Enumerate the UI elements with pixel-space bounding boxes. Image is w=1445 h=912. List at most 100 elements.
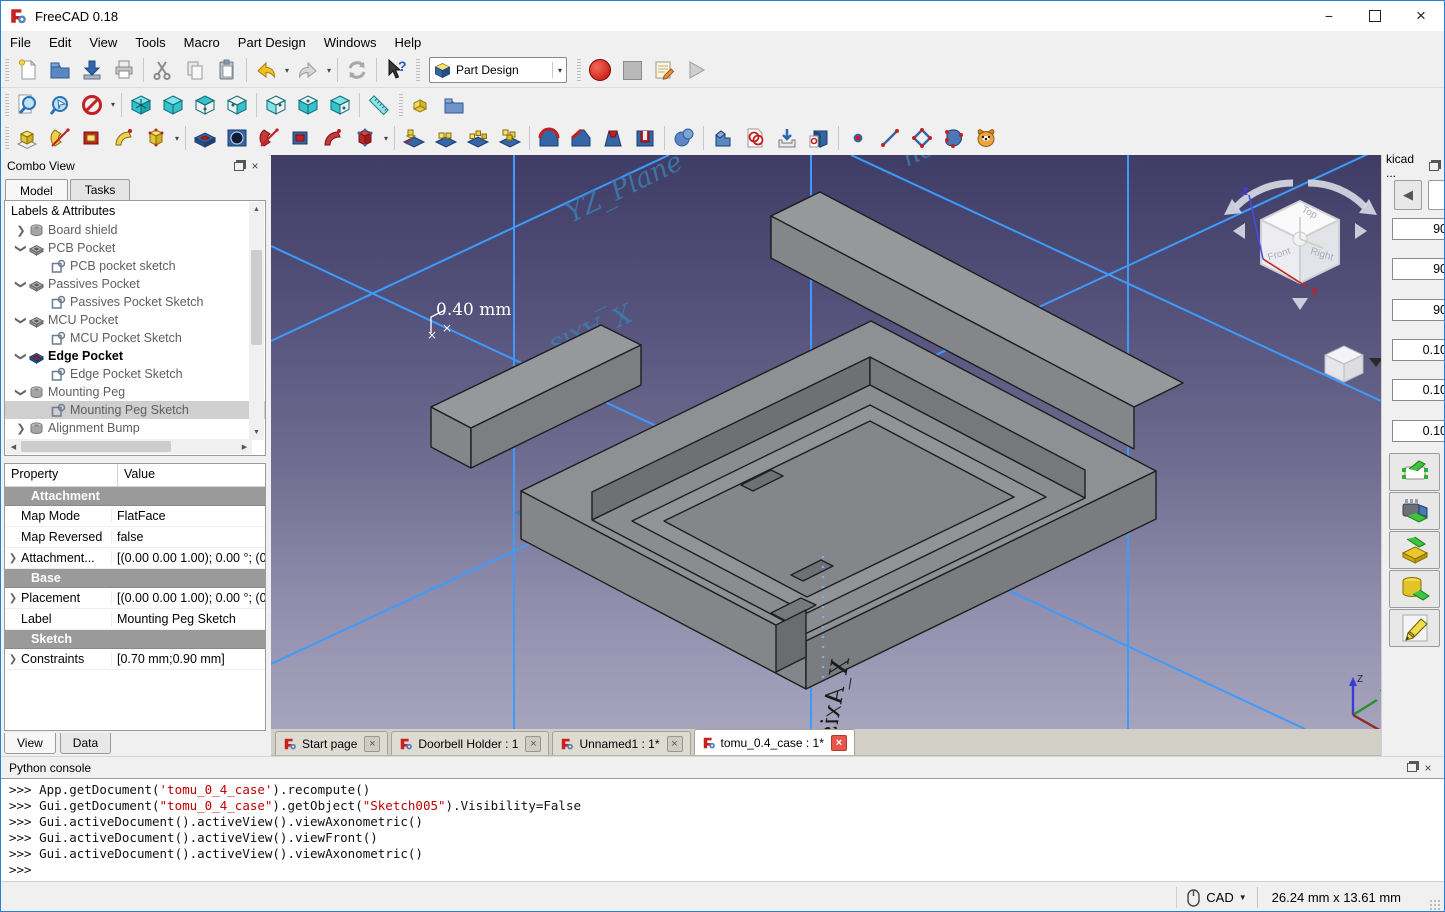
tab-tasks[interactable]: Tasks <box>70 179 131 200</box>
polar-pattern-button[interactable] <box>462 122 494 154</box>
measure-button[interactable] <box>363 89 395 121</box>
tree-item[interactable]: ❯Alignment Bump <box>5 419 265 437</box>
property-value[interactable]: [(0.00 0.00 1.00); 0.00 °; (0.... <box>112 551 265 565</box>
property-row[interactable]: Map ModeFlatFace <box>5 506 265 527</box>
import-part-button[interactable] <box>771 122 803 154</box>
python-console[interactable]: >>> App.getDocument('tomu_0_4_case').rec… <box>1 778 1444 881</box>
tree-item[interactable]: Passives Pocket Sketch <box>5 293 265 311</box>
macro-stop-button[interactable] <box>616 54 648 86</box>
case-model[interactable] <box>431 192 1183 689</box>
view-rear-button[interactable] <box>260 89 292 121</box>
expander-icon[interactable]: ❯ <box>5 593 21 604</box>
pocket-button[interactable] <box>189 122 221 154</box>
tab-data[interactable]: Data <box>60 733 111 754</box>
view-axonometric-button[interactable] <box>125 89 157 121</box>
scrollbar-thumb[interactable] <box>21 441 171 452</box>
clone-button[interactable] <box>739 122 771 154</box>
sketch-rectangle-button[interactable] <box>906 122 938 154</box>
property-group-header[interactable]: Sketch <box>5 630 265 649</box>
create-group-button[interactable] <box>438 89 470 121</box>
kicad-model-db-button[interactable] <box>1389 570 1440 608</box>
subtractive-loft-button[interactable] <box>285 122 317 154</box>
document-tab[interactable]: Doorbell Holder : 1× <box>391 731 549 755</box>
close-tab-button[interactable]: × <box>667 736 683 752</box>
expander-icon[interactable]: ❯ <box>15 384 28 400</box>
mirrored-button[interactable] <box>398 122 430 154</box>
python-console-header[interactable]: Python console × <box>1 756 1444 778</box>
kicad-spinbox[interactable]: 0.10 <box>1392 379 1445 401</box>
view-front-button[interactable] <box>157 89 189 121</box>
3d-viewport[interactable]: YZ_Plane X_Axis Y_Axis ne <box>271 155 1381 729</box>
toolbar-grip[interactable] <box>5 127 9 149</box>
menu-edit[interactable]: Edit <box>40 33 80 52</box>
toolbar-grip[interactable] <box>416 59 420 81</box>
undo-button[interactable] <box>250 54 282 86</box>
create-body-button[interactable] <box>406 89 438 121</box>
additive-loft-button[interactable] <box>76 122 108 154</box>
save-document-button[interactable] <box>76 54 108 86</box>
tab-model[interactable]: Model <box>5 179 68 201</box>
tree-item[interactable]: ❯Mounting Peg <box>5 383 265 401</box>
kicad-spinbox[interactable]: 0.10 <box>1392 420 1445 442</box>
revolution-button[interactable] <box>44 122 76 154</box>
document-tab[interactable]: Start page× <box>275 731 388 755</box>
expander-icon[interactable]: ❯ <box>15 348 28 364</box>
chamfer-button[interactable] <box>565 122 597 154</box>
paste-button[interactable] <box>211 54 243 86</box>
title-bar[interactable]: FreeCAD 0.18 − × <box>1 1 1444 31</box>
view-top-button[interactable] <box>189 89 221 121</box>
tree-item[interactable]: ❯MCU Pocket <box>5 311 265 329</box>
value-column-header[interactable]: Value <box>118 464 161 486</box>
kicad-spinbox[interactable]: 90 <box>1392 258 1445 280</box>
open-document-button[interactable] <box>44 54 76 86</box>
view-right-button[interactable] <box>221 89 253 121</box>
kicad-dog-button[interactable] <box>970 122 1002 154</box>
menu-macro[interactable]: Macro <box>175 33 229 52</box>
additive-primitive-dropdown[interactable]: ▾ <box>172 123 182 153</box>
tree-vertical-scrollbar[interactable]: ▲ ▼ <box>249 202 264 440</box>
subtractive-pipe-button[interactable] <box>317 122 349 154</box>
sketch-point-button[interactable] <box>842 122 874 154</box>
tree-item[interactable]: Edge Pocket Sketch <box>5 365 265 383</box>
undock-panel-icon[interactable] <box>1426 159 1442 173</box>
redo-dropdown[interactable]: ▾ <box>324 55 334 85</box>
property-row[interactable]: LabelMounting Peg Sketch <box>5 609 265 630</box>
multi-transform-button[interactable] <box>494 122 526 154</box>
macro-edit-button[interactable] <box>648 54 680 86</box>
shape-binder-button[interactable] <box>707 122 739 154</box>
property-value[interactable]: Mounting Peg Sketch <box>112 612 265 626</box>
undock-panel-icon[interactable] <box>231 159 247 173</box>
redo-button[interactable] <box>292 54 324 86</box>
scroll-up-icon[interactable]: ▲ <box>249 202 264 217</box>
close-panel-icon[interactable]: × <box>247 159 263 173</box>
close-tab-button[interactable]: × <box>364 736 380 752</box>
tree-item[interactable]: PCB pocket sketch <box>5 257 265 275</box>
workbench-selector[interactable]: Part Design ▾ <box>429 57 567 83</box>
kicad-load-model-button[interactable] <box>1389 531 1440 569</box>
scroll-left-icon[interactable]: ◀ <box>6 439 21 454</box>
menu-windows[interactable]: Windows <box>315 33 386 52</box>
navigation-style-selector[interactable]: CAD ▼ <box>1176 887 1256 909</box>
toolbar-grip[interactable] <box>5 59 9 81</box>
hole-button[interactable] <box>221 122 253 154</box>
close-panel-icon[interactable]: × <box>1420 761 1436 775</box>
undo-dropdown[interactable]: ▾ <box>282 55 292 85</box>
additive-primitive-button[interactable] <box>140 122 172 154</box>
kicad-edit-button[interactable] <box>1389 609 1440 647</box>
property-value[interactable]: FlatFace <box>112 509 265 523</box>
property-group-header[interactable]: Base <box>5 569 265 588</box>
additive-pipe-button[interactable] <box>108 122 140 154</box>
menu-view[interactable]: View <box>80 33 126 52</box>
menu-help[interactable]: Help <box>385 33 430 52</box>
close-tab-button[interactable]: × <box>831 735 847 751</box>
macro-record-button[interactable] <box>584 54 616 86</box>
undock-panel-icon[interactable] <box>1404 761 1420 775</box>
subtractive-primitive-dropdown[interactable]: ▾ <box>381 123 391 153</box>
navcube-menu-icon[interactable] <box>1369 358 1381 367</box>
draw-style-dropdown[interactable]: ▾ <box>108 90 118 120</box>
kicad-blank-button[interactable] <box>1428 180 1445 210</box>
tree-item[interactable]: Mounting Peg Sketch <box>5 401 265 419</box>
document-tab[interactable]: Unnamed1 : 1*× <box>552 731 690 755</box>
property-row[interactable]: Map Reversedfalse <box>5 527 265 548</box>
expander-icon[interactable]: ❯ <box>5 553 21 564</box>
